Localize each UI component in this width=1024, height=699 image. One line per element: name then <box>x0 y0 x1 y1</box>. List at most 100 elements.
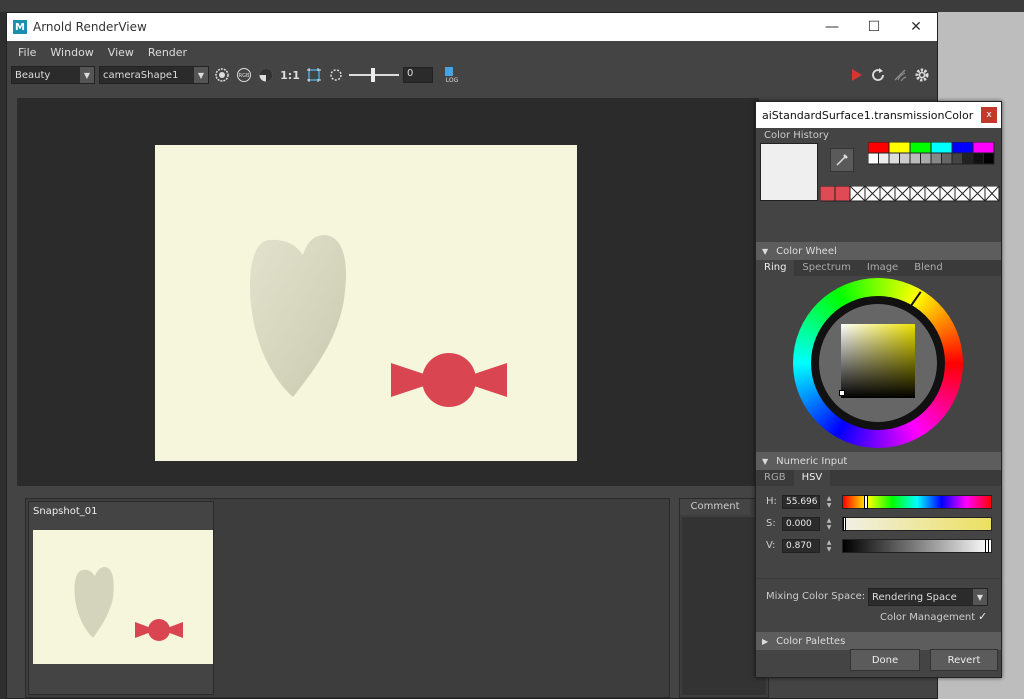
snapshot-panel: Snapshot_01 <box>25 498 670 698</box>
color-editor-dialog: aiStandardSurface1.transmissionColor x C… <box>755 101 1002 678</box>
v-label: V: <box>766 540 776 551</box>
candy-shape <box>391 353 507 407</box>
hsv-inputs: H: 55.696 ▲ ▼ S: 0.000 ▲ ▼ V: 0.870 ▲ ▼ <box>756 486 1001 578</box>
color-management-checkbox[interactable]: ✓ <box>978 611 990 623</box>
dialog-title: aiStandardSurface1.transmissionColor <box>762 108 974 122</box>
contrast-icon[interactable] <box>257 66 275 84</box>
chevron-down-icon: ▼ <box>194 67 208 83</box>
color-history-section: Color History <box>756 128 1001 216</box>
exposure-field[interactable]: 0 <box>403 67 433 83</box>
color-wheel-area <box>756 276 1001 450</box>
slider-handle[interactable] <box>864 495 868 509</box>
h-field[interactable]: 55.696 <box>782 495 820 509</box>
menu-bar: File Window View Render <box>7 41 937 63</box>
log-icon[interactable]: LOG <box>443 66 461 84</box>
heart-shape <box>249 235 346 397</box>
gear-icon[interactable] <box>913 66 931 84</box>
h-label: H: <box>766 496 777 507</box>
color-wheel-header[interactable]: ▼ Color Wheel <box>756 242 1001 260</box>
chevron-down-icon: ▼ <box>973 589 987 605</box>
v-spinner-icon[interactable]: ▲ ▼ <box>824 539 834 553</box>
color-palettes-label: Color Palettes <box>776 635 846 647</box>
slider-handle[interactable] <box>371 68 375 82</box>
collapse-triangle-icon: ▼ <box>762 456 769 466</box>
snapshot-thumbnail <box>33 530 213 664</box>
s-label: S: <box>766 518 776 529</box>
snapshot-item[interactable]: Snapshot_01 <box>28 501 214 695</box>
tab-rgb[interactable]: RGB <box>756 470 794 486</box>
h-spinner-icon[interactable]: ▲ ▼ <box>824 495 834 509</box>
numeric-input-header[interactable]: ▼ Numeric Input <box>756 452 1001 470</box>
exposure-slider[interactable] <box>349 68 399 82</box>
tab-blend[interactable]: Blend <box>906 260 950 276</box>
render-viewport[interactable] <box>17 98 759 486</box>
region-icon[interactable] <box>305 66 323 84</box>
camera-value: cameraShape1 <box>103 69 179 81</box>
comment-text-area[interactable] <box>682 517 766 695</box>
recent-swatches[interactable] <box>820 212 1000 228</box>
dialog-title-bar: aiStandardSurface1.transmissionColor x <box>756 102 1001 128</box>
refresh-icon[interactable] <box>869 66 887 84</box>
revert-button[interactable]: Revert <box>930 649 998 671</box>
mixing-value: Rendering Space <box>872 591 957 603</box>
minimize-button[interactable]: — <box>811 19 853 35</box>
window-title: Arnold RenderView <box>33 20 147 34</box>
maya-logo-icon: M <box>13 20 27 34</box>
done-button[interactable]: Done <box>850 649 920 671</box>
color-palettes-header[interactable]: ▶ Color Palettes <box>756 632 1001 650</box>
menu-render[interactable]: Render <box>141 46 194 59</box>
toolbar: Beauty ▼ cameraShape1 ▼ RGB 1:1 0 LOG <box>7 63 937 87</box>
saturation-slider[interactable] <box>842 517 992 531</box>
expand-triangle-icon: ▶ <box>762 636 769 646</box>
render-play-icon[interactable] <box>847 66 865 84</box>
menu-window[interactable]: Window <box>43 46 100 59</box>
color-management-label: Color Management <box>880 612 976 623</box>
tab-spectrum[interactable]: Spectrum <box>794 260 858 276</box>
tab-hsv[interactable]: HSV <box>793 470 831 486</box>
camera-select[interactable]: cameraShape1 ▼ <box>99 66 209 84</box>
exposure-icon[interactable] <box>327 66 345 84</box>
v-field[interactable]: 0.870 <box>782 539 820 553</box>
collapse-triangle-icon: ▼ <box>762 246 769 256</box>
numeric-tabs: RGB HSV <box>756 470 1001 486</box>
rgb-channel-icon[interactable]: RGB <box>235 66 253 84</box>
mixing-space-select[interactable]: Rendering Space ▼ <box>868 588 988 606</box>
sv-picker-handle[interactable] <box>839 390 845 396</box>
log-label: LOG <box>446 77 459 84</box>
aov-value: Beauty <box>15 69 51 81</box>
ipr-icon[interactable] <box>891 66 909 84</box>
render-image <box>155 145 577 461</box>
close-button[interactable]: ✕ <box>895 19 937 35</box>
mixing-section: Mixing Color Space: Rendering Space ▼ Co… <box>756 578 1001 632</box>
svg-text:RGB: RGB <box>239 73 250 79</box>
close-icon[interactable]: x <box>981 107 997 123</box>
tab-ring[interactable]: Ring <box>756 260 795 276</box>
menu-view[interactable]: View <box>101 46 141 59</box>
hue-slider[interactable] <box>842 495 992 509</box>
panel-splitter[interactable] <box>17 486 759 494</box>
numeric-input-label: Numeric Input <box>776 455 848 467</box>
slider-handle[interactable] <box>985 539 989 553</box>
maximize-button[interactable]: ☐ <box>853 19 895 35</box>
wheel-tabs: Ring Spectrum Image Blend <box>756 260 1001 276</box>
chevron-down-icon: ▼ <box>80 67 94 83</box>
saturation-value-square[interactable] <box>841 324 915 398</box>
color-history-label: Color History <box>764 130 829 141</box>
snapshot-label: Snapshot_01 <box>33 506 98 517</box>
slider-handle[interactable] <box>843 517 846 531</box>
s-spinner-icon[interactable]: ▲ ▼ <box>824 517 834 531</box>
title-bar: M Arnold RenderView — ☐ ✕ <box>7 13 937 41</box>
aov-select[interactable]: Beauty ▼ <box>11 66 95 84</box>
s-field[interactable]: 0.000 <box>782 517 820 531</box>
recent-colors-row[interactable] <box>820 186 1000 202</box>
tab-comment[interactable]: Comment <box>680 499 750 515</box>
menu-file[interactable]: File <box>11 46 43 59</box>
tab-image[interactable]: Image <box>859 260 906 276</box>
eyedropper-icon[interactable] <box>830 148 854 172</box>
mixing-label: Mixing Color Space: <box>766 591 866 602</box>
value-slider[interactable] <box>842 539 992 553</box>
current-color-swatch <box>760 143 818 201</box>
aperture-icon[interactable] <box>213 66 231 84</box>
ratio-1-1-button[interactable]: 1:1 <box>279 66 301 84</box>
background-maya-strip <box>0 0 1024 12</box>
